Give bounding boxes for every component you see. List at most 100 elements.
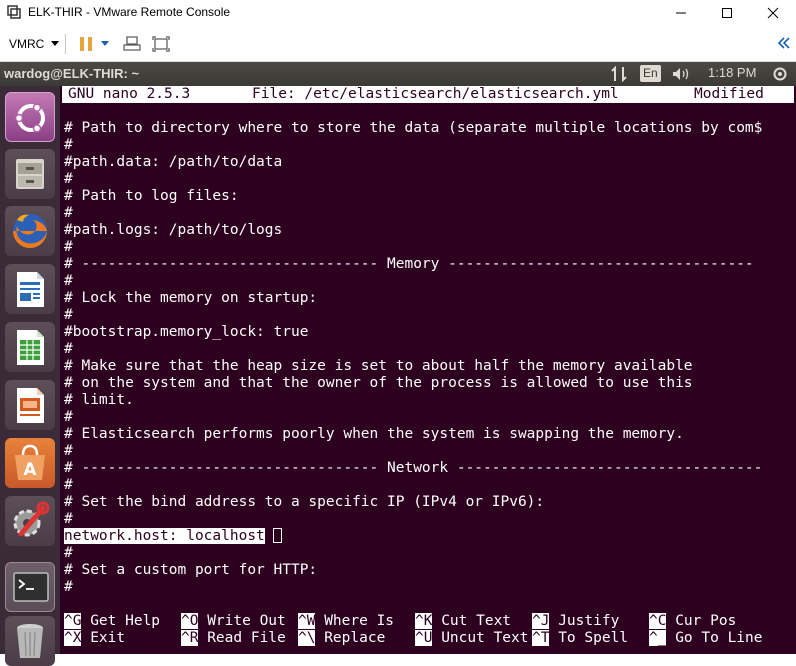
shortcut-label: Exit [81, 630, 126, 646]
editor-line[interactable]: # [64, 307, 73, 324]
editor-line[interactable]: # ---------------------------------- Mem… [64, 256, 754, 273]
window-titlebar: ELK-THIR - VMware Remote Console [0, 0, 796, 26]
shortcut-key: ^R [181, 630, 199, 646]
editor-line[interactable]: # Make sure that the heap size is set to… [64, 358, 693, 375]
volume-icon[interactable] [672, 67, 692, 81]
launcher-calc[interactable] [5, 322, 55, 372]
software-center-icon: A [15, 444, 45, 480]
network-icon[interactable] [610, 66, 628, 82]
shortcut-write-out[interactable]: ^O Write Out [181, 613, 286, 630]
clock[interactable]: 1:18 PM [708, 65, 756, 80]
system-settings-icon [13, 501, 50, 537]
editor-line[interactable]: # [64, 443, 73, 460]
shortcut-key: ^X [64, 630, 82, 646]
trash-icon [17, 624, 43, 658]
shortcut-get-help[interactable]: ^G Get Help [64, 613, 160, 630]
editor-line[interactable]: # ---------------------------------- Net… [64, 460, 762, 477]
collapse-icon[interactable] [778, 37, 790, 49]
shortcut-label: Uncut Text [432, 630, 529, 646]
keyboard-layout-indicator[interactable]: En [640, 65, 661, 82]
shortcut-label: Cut Text [432, 613, 512, 629]
send-ctrl-alt-del-icon[interactable] [123, 36, 141, 52]
shortcut-exit[interactable]: ^X Exit [64, 630, 125, 647]
unity-launcher: A [0, 86, 60, 666]
editor-line[interactable]: #bootstrap.memory_lock: true [64, 324, 308, 341]
power-gear-icon[interactable] [772, 66, 788, 82]
pause-icon[interactable] [78, 36, 94, 52]
editor-line[interactable]: # Elasticsearch performs poorly when the… [64, 426, 684, 443]
nano-file-name: File: /etc/elasticsearch/elasticsearch.y… [252, 86, 619, 102]
shortcut-replace[interactable]: ^\ Replace [298, 630, 385, 647]
maximize-button[interactable] [704, 0, 750, 26]
shortcut-where-is[interactable]: ^W Where Is [298, 613, 394, 630]
writer-icon [17, 272, 44, 307]
vmrc-menu-label: VMRC [9, 37, 45, 51]
editor-line[interactable]: # [64, 545, 73, 562]
shortcut-key: ^O [181, 613, 199, 629]
editor-line[interactable]: # limit. [64, 392, 134, 409]
editor-line[interactable]: # Path to directory where to store the d… [64, 120, 762, 137]
launcher-trash[interactable] [5, 616, 55, 666]
shortcut-label: Go To Line [666, 630, 763, 646]
editor-line[interactable]: # [64, 137, 73, 154]
editor-line[interactable]: # Path to log files: [64, 188, 239, 205]
shortcut-label: Get Help [81, 613, 161, 629]
editor-line[interactable]: # Set the bind address to a specific IP … [64, 494, 544, 511]
selected-text[interactable]: network.host: localhost [64, 528, 265, 544]
editor-line[interactable]: # [64, 511, 73, 528]
svg-text:A: A [23, 460, 37, 480]
launcher-firefox[interactable] [5, 206, 55, 256]
editor-line[interactable]: # [64, 171, 73, 188]
launcher-files[interactable] [5, 149, 55, 199]
ubuntu-dash-icon [14, 103, 45, 133]
launcher-software-center[interactable]: A [5, 438, 55, 488]
editor-line[interactable]: #path.logs: /path/to/logs [64, 222, 282, 239]
shortcut-read-file[interactable]: ^R Read File [181, 630, 286, 647]
editor-line[interactable]: # Set a custom port for HTTP: [64, 562, 317, 579]
editor-line[interactable]: # [64, 579, 73, 596]
editor-line[interactable]: # [64, 239, 73, 256]
launcher-dash[interactable] [5, 92, 55, 142]
text-cursor [272, 528, 282, 543]
shortcut-label: Where Is [315, 613, 395, 629]
shortcut-label: Justify [549, 613, 620, 629]
terminal-window[interactable]: GNU nano 2.5.3 File: /etc/elasticsearch/… [60, 86, 796, 654]
shortcut-label: Write Out [198, 613, 286, 629]
editor-line[interactable]: # [64, 205, 73, 222]
shortcut-key: ^\ [298, 630, 316, 646]
shortcut-to-spell[interactable]: ^T To Spell [532, 630, 628, 647]
shortcut-label: Cur Pos [666, 613, 737, 629]
fullscreen-icon[interactable] [152, 36, 170, 52]
minimize-button[interactable] [658, 0, 704, 26]
shortcut-key: ^U [415, 630, 433, 646]
files-icon [16, 159, 44, 189]
editor-line[interactable]: # Lock the memory on startup: [64, 290, 317, 307]
shortcut-key: ^G [64, 613, 82, 629]
shortcut-key: ^W [298, 613, 316, 629]
editor-line[interactable]: # [64, 409, 73, 426]
chevron-down-icon [50, 41, 59, 46]
shortcut-label: Replace [315, 630, 386, 646]
editor-line[interactable]: # [64, 273, 73, 290]
shortcut-uncut-text[interactable]: ^U Uncut Text [415, 630, 529, 647]
close-button[interactable] [750, 0, 796, 26]
vmrc-toolbar: VMRC [0, 26, 796, 62]
editor-line-selected[interactable]: network.host: localhost [64, 528, 282, 545]
launcher-writer[interactable] [5, 264, 55, 314]
shortcut-go-to-line[interactable]: ^_ Go To Line [649, 630, 763, 647]
launcher-impress[interactable] [5, 380, 55, 430]
editor-line[interactable]: # [64, 341, 73, 358]
nano-version: GNU nano 2.5.3 [68, 86, 191, 102]
editor-line[interactable]: # on the system and that the owner of th… [64, 375, 693, 392]
editor-line[interactable]: #path.data: /path/to/data [64, 154, 282, 171]
shortcut-cut-text[interactable]: ^K Cut Text [415, 613, 511, 630]
launcher-terminal[interactable] [5, 562, 55, 612]
shortcut-key: ^K [415, 613, 433, 629]
vmrc-menu[interactable]: VMRC [9, 37, 59, 51]
editor-line[interactable]: # [64, 477, 73, 494]
launcher-system-settings[interactable] [5, 496, 55, 546]
shortcut-justify[interactable]: ^J Justify [532, 613, 619, 630]
pause-dropdown-icon[interactable] [101, 41, 109, 47]
window-title: ELK-THIR - VMware Remote Console [28, 5, 231, 19]
shortcut-cur-pos[interactable]: ^C Cur Pos [649, 613, 736, 630]
